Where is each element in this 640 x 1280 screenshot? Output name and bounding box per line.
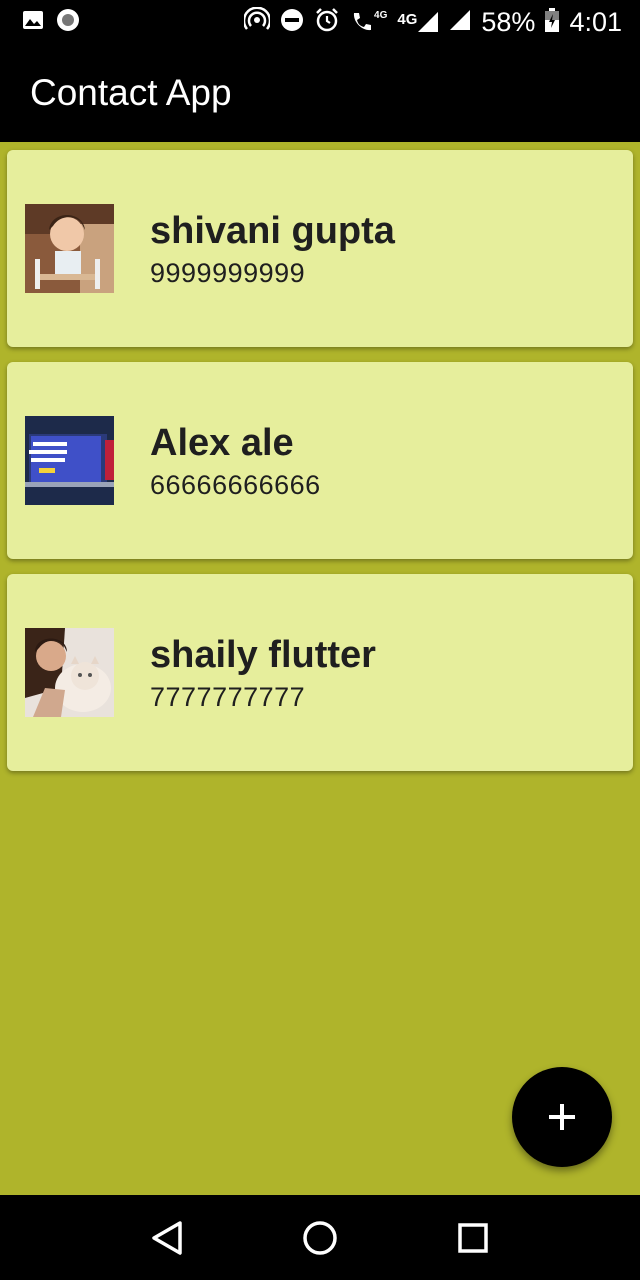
contact-card[interactable]: shaily flutter 7777777777	[7, 574, 633, 771]
status-bar: 4G 4G 58% 4:01	[0, 0, 640, 44]
signal-group: 4G	[397, 11, 439, 33]
contact-text: shaily flutter 7777777777	[150, 632, 376, 713]
battery-icon	[545, 7, 560, 37]
contact-phone: 9999999999	[150, 258, 306, 288]
contact-text: shivani gupta 9999999999	[150, 208, 395, 289]
navigation-bar	[0, 1195, 640, 1280]
signal-icon	[418, 12, 439, 32]
contact-avatar	[25, 204, 114, 293]
plus-icon	[549, 1104, 575, 1130]
home-button[interactable]	[296, 1214, 344, 1262]
recents-icon	[458, 1222, 489, 1253]
wifi-call-icon: 4G	[350, 10, 387, 34]
battery-percent: 58%	[481, 6, 536, 37]
app-bar: Contact App	[0, 44, 640, 142]
dnd-icon	[280, 8, 304, 37]
back-button[interactable]	[143, 1214, 191, 1262]
image-icon	[22, 10, 44, 35]
contact-name: shaily flutter	[150, 634, 376, 676]
recents-button[interactable]	[449, 1214, 497, 1262]
contact-name: Alex ale	[150, 422, 294, 464]
contact-name: shivani gupta	[150, 210, 395, 252]
call-network-label: 4G	[374, 10, 388, 21]
contact-phone: 7777777777	[150, 682, 306, 712]
clock: 4:01	[569, 6, 622, 37]
alarm-icon	[314, 7, 340, 38]
home-icon	[303, 1220, 337, 1255]
contact-card[interactable]: Alex ale 66666666666	[7, 362, 633, 559]
record-icon	[56, 8, 80, 37]
contact-avatar	[25, 416, 114, 505]
add-contact-button[interactable]	[512, 1067, 612, 1167]
hotspot-icon	[242, 5, 272, 38]
contact-avatar	[25, 628, 114, 717]
contact-text: Alex ale 66666666666	[150, 420, 321, 501]
contact-phone: 66666666666	[150, 470, 321, 500]
signal-icon	[449, 9, 471, 36]
back-icon	[151, 1220, 182, 1255]
status-left	[0, 8, 80, 37]
contact-card[interactable]: shivani gupta 9999999999	[7, 150, 633, 347]
app-title: Contact App	[30, 72, 232, 113]
status-right: 4G 4G 58% 4:01	[242, 5, 640, 38]
network-label: 4G	[397, 11, 418, 28]
